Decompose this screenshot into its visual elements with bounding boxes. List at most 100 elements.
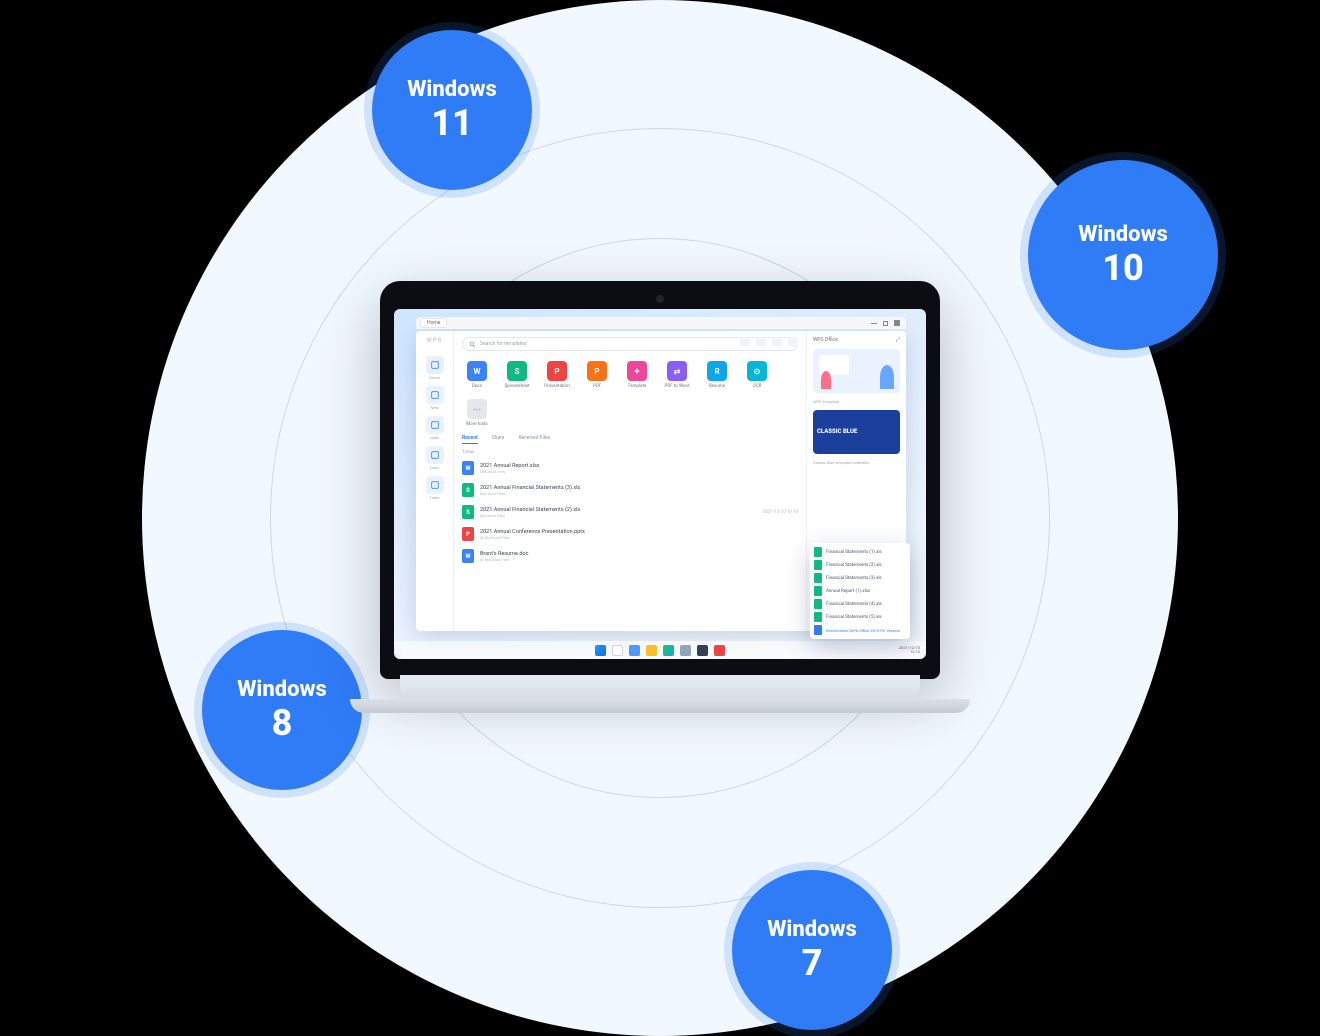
- popup-file-name: Financial Statements (1).xls: [826, 550, 882, 555]
- taskbar-edge-icon[interactable]: [663, 645, 674, 656]
- file-row[interactable]: W2021 Annual Report.xlsxMyCloud Files: [462, 461, 798, 475]
- os-badge-windows-10: Windows 10: [1028, 160, 1218, 350]
- file-type-icon: [814, 547, 822, 557]
- tile-label: More tools: [466, 422, 487, 427]
- tab-received[interactable]: Received Files: [518, 435, 550, 444]
- start-button[interactable]: [595, 645, 606, 656]
- tile-icon: P: [547, 361, 567, 381]
- os-badge-windows-11: Windows 11: [372, 30, 532, 190]
- tab-share[interactable]: Share: [492, 435, 505, 444]
- new-template-button[interactable]: ✦Template: [622, 361, 652, 389]
- popup-file-row[interactable]: Financial Statements (2).xls: [814, 560, 906, 570]
- window-max-button[interactable]: [883, 321, 888, 326]
- file-type-icon: P: [462, 527, 474, 541]
- taskbar-search-icon[interactable]: [612, 645, 623, 656]
- window-min-button[interactable]: [871, 323, 877, 324]
- sidebar-item-new[interactable]: New: [426, 386, 444, 410]
- taskbar-settings-icon[interactable]: [680, 645, 691, 656]
- sidebar-item-team[interactable]: Team: [426, 476, 444, 500]
- section-tabs: Recent Share Received Files: [462, 435, 798, 444]
- right-pane-expand-icon[interactable]: ⤢: [896, 337, 900, 343]
- os-label: Windows: [407, 79, 497, 101]
- taskbar-explorer-icon[interactable]: [646, 645, 657, 656]
- search-placeholder: Search for templates: [480, 341, 526, 347]
- window-close-button[interactable]: [894, 320, 900, 326]
- header-icon[interactable]: [740, 337, 750, 347]
- taskbar-store-icon[interactable]: [697, 645, 708, 656]
- new-ocr-button[interactable]: ⊙OCR: [742, 361, 772, 389]
- tile-icon: ✦: [627, 361, 647, 381]
- popup-recommendation-link[interactable]: Recommend WPS Office 2019 PC Version: [814, 625, 906, 635]
- header-icon[interactable]: [772, 337, 782, 347]
- new-pdf-to-word-button[interactable]: ⇄PDF to Word: [662, 361, 692, 389]
- popup-file-row[interactable]: Financial Statements (5).xls: [814, 612, 906, 622]
- app-logo: WPS: [427, 337, 443, 344]
- promo-card[interactable]: [813, 349, 900, 393]
- sidebar-item-home[interactable]: Home: [426, 356, 444, 380]
- os-label: Windows: [767, 919, 857, 941]
- browser-tab[interactable]: Home: [420, 318, 447, 328]
- os-version: 7: [802, 945, 823, 981]
- tile-icon: W: [467, 361, 487, 381]
- windows-taskbar: 2021/12/10 12:10: [394, 641, 926, 659]
- window-titlebar: [416, 317, 906, 329]
- sidebar-item-open[interactable]: Open: [426, 416, 444, 440]
- taskbar-clock[interactable]: 2021/12/10 12:10: [899, 646, 920, 655]
- laptop-base: [350, 699, 970, 713]
- recent-file-list: W2021 Annual Report.xlsxMyCloud Files S20…: [462, 461, 798, 563]
- sidebar-item-label: Docs: [430, 465, 439, 470]
- os-version: 8: [272, 705, 293, 741]
- webcam-icon: [656, 295, 664, 303]
- sidebar-item-label: New: [431, 405, 439, 410]
- template-card-classic-blue[interactable]: CLASSIC BLUE: [813, 410, 900, 454]
- sidebar-item-label: Open: [430, 435, 439, 440]
- file-row[interactable]: S2021 Annual Financial Statements (2).xl…: [462, 505, 798, 519]
- file-row[interactable]: P2021 Annual Conference Presentation.ppt…: [462, 527, 798, 541]
- tile-icon: ⋯: [467, 399, 487, 419]
- file-type-icon: S: [462, 483, 474, 497]
- tile-icon: S: [507, 361, 527, 381]
- popup-file-row[interactable]: Annual Report (1).xlsx: [814, 586, 906, 596]
- search-icon: [469, 341, 476, 348]
- new-more-tools-button[interactable]: ⋯ More tools: [462, 399, 492, 427]
- file-type-icon: [814, 599, 822, 609]
- file-row[interactable]: S2021 Annual Financial Statements (3).xl…: [462, 483, 798, 497]
- sidebar-item-docs[interactable]: Docs: [426, 446, 444, 470]
- avatar[interactable]: [788, 337, 798, 347]
- compatibility-diagram: Windows 11 Windows 10 Windows 8 Windows …: [142, 0, 1178, 1036]
- tile-icon: ⊙: [747, 361, 767, 381]
- os-badge-windows-7: Windows 7: [732, 870, 892, 1030]
- os-version: 10: [1102, 250, 1144, 286]
- laptop-hinge: [400, 675, 920, 701]
- taskbar-wps-icon[interactable]: [714, 645, 725, 656]
- file-row[interactable]: WBrant's Resume.doc@ MyCloud Files: [462, 549, 798, 563]
- new-spreadsheet-button[interactable]: SSpreadsheet: [502, 361, 532, 389]
- os-label: Windows: [1078, 224, 1168, 246]
- template-caption-2: Classic blue template collection: [813, 460, 900, 465]
- popup-file-row[interactable]: Financial Statements (1).xls: [814, 547, 906, 557]
- laptop-bezel: Home WPS HomeNewOpenDocsTeam: [380, 281, 940, 679]
- file-location: @ MyCloud Files: [480, 557, 528, 562]
- new-resume-button[interactable]: RResume: [702, 361, 732, 389]
- new-presentation-button[interactable]: P Presentation: [542, 361, 572, 389]
- taskbar-widgets-icon[interactable]: [629, 645, 640, 656]
- tile-label: Presentation: [544, 384, 569, 389]
- open-icon: [426, 416, 444, 434]
- popup-file-row[interactable]: Financial Statements (4).xls: [814, 599, 906, 609]
- download-icon: [814, 625, 822, 635]
- tile-label: PDF: [593, 384, 601, 389]
- header-icon[interactable]: [756, 337, 766, 347]
- file-type-icon: [814, 560, 822, 570]
- popup-file-row[interactable]: Financial Statements (3).xls: [814, 573, 906, 583]
- file-location: MyCloud Files: [480, 469, 540, 474]
- new-pdf-button[interactable]: PPDF: [582, 361, 612, 389]
- os-version: 11: [431, 105, 473, 141]
- tile-label: Resume: [709, 384, 725, 389]
- popup-file-name: Financial Statements (3).xls: [826, 576, 882, 581]
- new-docs-button[interactable]: WDocs: [462, 361, 492, 389]
- recent-popup: Financial Statements (1).xls Financial St…: [810, 543, 910, 639]
- sidebar-item-label: Home: [429, 375, 440, 380]
- tab-recent[interactable]: Recent: [462, 435, 478, 444]
- popup-link-text: Recommend WPS Office 2019 PC Version: [826, 628, 900, 633]
- file-type-icon: W: [462, 461, 474, 475]
